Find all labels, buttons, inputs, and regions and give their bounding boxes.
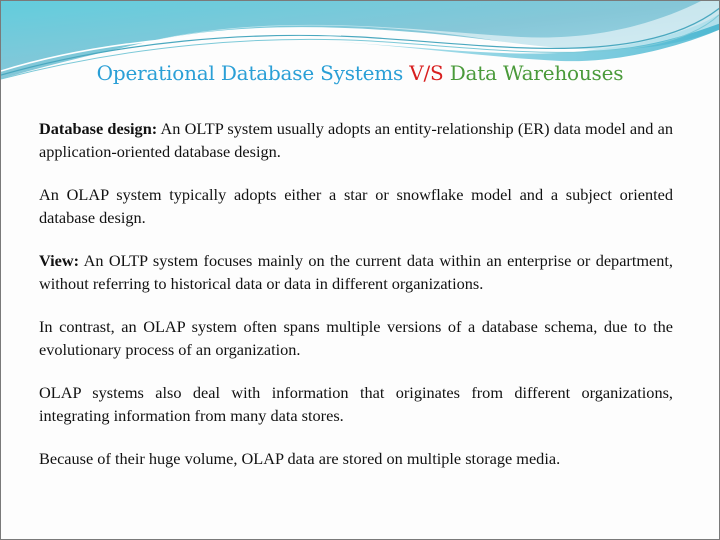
header-wave-decoration	[1, 1, 719, 80]
slide-title: Operational Database Systems V/S Data Wa…	[1, 61, 719, 85]
paragraph-text: OLAP systems also deal with information …	[39, 383, 673, 425]
title-part-operational: Operational Database Systems	[96, 61, 410, 85]
paragraph-text: An OLTP system focuses mainly on the cur…	[39, 251, 673, 293]
paragraph-database-design: Database design: An OLTP system usually …	[39, 117, 673, 163]
paragraph-olap-contrast: In contrast, an OLAP system often spans …	[39, 315, 673, 361]
title-part-warehouses: Data Warehouses	[443, 61, 624, 85]
paragraph-text: In contrast, an OLAP system often spans …	[39, 317, 673, 359]
paragraph-view: View: An OLTP system focuses mainly on t…	[39, 249, 673, 295]
slide: Operational Database Systems V/S Data Wa…	[0, 0, 720, 540]
paragraph-label: Database design:	[39, 119, 158, 138]
paragraph-olap-design: An OLAP system typically adopts either a…	[39, 183, 673, 229]
paragraph-text: An OLAP system typically adopts either a…	[39, 185, 673, 227]
paragraph-text: Because of their huge volume, OLAP data …	[39, 449, 561, 468]
slide-body: Database design: An OLTP system usually …	[39, 117, 673, 490]
paragraph-olap-volume: Because of their huge volume, OLAP data …	[39, 447, 673, 470]
title-part-vs: V/S	[409, 61, 444, 85]
paragraph-label: View:	[39, 251, 80, 270]
paragraph-olap-sources: OLAP systems also deal with information …	[39, 381, 673, 427]
